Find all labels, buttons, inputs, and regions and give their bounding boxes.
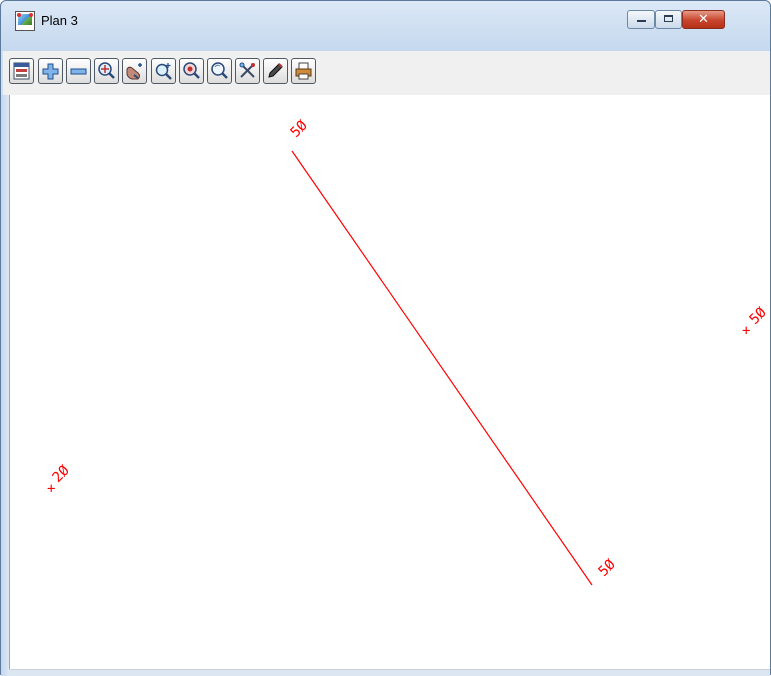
zoom-window-button[interactable] bbox=[151, 58, 176, 84]
plan-canvas[interactable]: 5Ø 5Ø + 5Ø + 2Ø bbox=[9, 95, 770, 669]
maximize-button[interactable] bbox=[655, 10, 682, 29]
print-button[interactable] bbox=[291, 58, 316, 84]
title-bar[interactable]: Plan 3 ✕ bbox=[1, 1, 770, 51]
pen-button[interactable] bbox=[263, 58, 288, 84]
label-line-top: 5Ø bbox=[288, 117, 312, 141]
zoom-fit-button[interactable] bbox=[94, 58, 119, 84]
window-title: Plan 3 bbox=[41, 13, 78, 28]
zoom-center-button[interactable] bbox=[179, 58, 204, 84]
zoom-out-minus-icon bbox=[70, 68, 87, 75]
pan-hand-icon bbox=[126, 63, 142, 80]
zoom-in-plus-icon bbox=[42, 63, 59, 80]
pen-icon bbox=[268, 63, 283, 78]
app-icon bbox=[15, 11, 35, 31]
marker-left: + bbox=[47, 481, 55, 497]
magnify-button[interactable] bbox=[207, 58, 232, 84]
print-icon bbox=[295, 62, 312, 80]
label-line-bottom: 5Ø bbox=[596, 556, 620, 580]
plan-drawing[interactable]: 5Ø 5Ø + 5Ø + 2Ø bbox=[10, 95, 770, 669]
zoom-window-icon bbox=[155, 63, 172, 80]
zoom-in-button[interactable] bbox=[38, 58, 63, 84]
close-icon: ✕ bbox=[698, 12, 709, 27]
minimize-button[interactable] bbox=[627, 10, 655, 29]
marker-right: + bbox=[742, 323, 750, 339]
zoom-center-icon bbox=[183, 62, 200, 79]
minimize-icon bbox=[637, 20, 646, 22]
zoom-out-button[interactable] bbox=[66, 58, 91, 84]
plan-window: Plan 3 ✕ 5Ø 5Ø + 5Ø + 2Ø bbox=[0, 0, 771, 676]
tools-icon bbox=[239, 62, 255, 78]
toolbar bbox=[3, 51, 770, 95]
tools-button[interactable] bbox=[235, 58, 260, 84]
zoom-fit-icon bbox=[98, 62, 115, 79]
pan-button[interactable] bbox=[122, 58, 147, 84]
close-button[interactable]: ✕ bbox=[682, 10, 725, 29]
magnify-icon bbox=[211, 62, 228, 79]
window-left-border bbox=[1, 95, 9, 676]
plot-setup-button[interactable] bbox=[9, 58, 34, 84]
plot-setup-icon bbox=[13, 62, 30, 80]
red-line bbox=[291, 150, 593, 586]
maximize-icon bbox=[664, 15, 673, 22]
